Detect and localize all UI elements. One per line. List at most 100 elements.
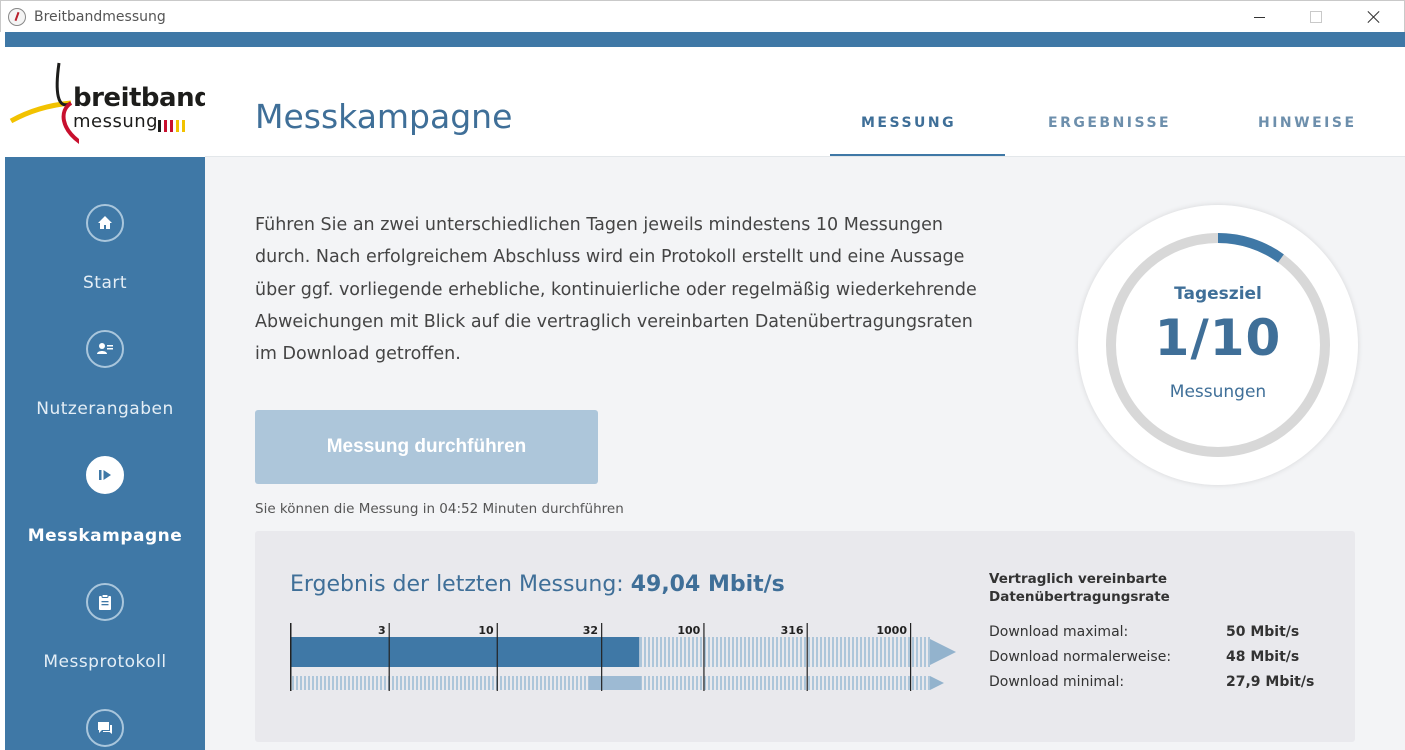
start-measurement-button[interactable]: Messung durchführen [255,410,598,484]
contract-row-label: Download maximal: [989,624,1129,640]
bar-bottom-stripe [464,676,466,690]
bar-bottom-stripe [436,676,438,690]
gauge-label-messungen: Messungen [1169,382,1267,402]
bar-bottom-stripe [924,676,926,690]
bar-top-stripe [796,637,798,667]
tab-messung[interactable]: MESSUNG [861,115,956,131]
tab-hinweise[interactable]: HINWEISE [1258,115,1357,131]
logo-bars [158,117,192,132]
bar-bottom-stripe [892,676,894,690]
bar-bottom-stripe [828,676,830,690]
contract-row-max: Download maximal: 50 Mbit/s [989,624,1319,640]
bar-bottom-stripe [332,676,334,690]
bar-bottom-stripe [808,676,810,690]
bar-bottom-stripe [512,676,514,690]
bar-top-stripe [792,637,794,667]
bar-bottom-stripe [700,676,702,690]
close-button[interactable] [1349,1,1399,33]
bar-top-stripe [892,637,894,667]
bar-top-stripe [820,637,822,667]
bar-bottom-stripe [340,676,342,690]
bar-bottom-stripe [916,676,918,690]
bar-top-stripe [880,637,882,667]
bar-top-stripe [672,637,674,667]
contract-row-label: Download normalerweise: [989,649,1172,665]
bar-bottom-stripe [392,676,394,690]
bar-top-stripe [896,637,898,667]
bar-bottom-stripe [372,676,374,690]
bar-bottom-stripe [768,676,770,690]
main-content: Führen Sie an zwei unterschiedlichen Tag… [205,157,1405,750]
bar-bottom-stripe [504,676,506,690]
bar-top-stripe [740,637,742,667]
bar-bottom-stripe [380,676,382,690]
bar-bottom-stripe [888,676,890,690]
bar-bottom-stripe [320,676,322,690]
last-result-title: Ergebnis der letzten Messung: 49,04 Mbit… [290,572,785,597]
bar-top-stripe [856,637,858,667]
sidebar-item-label: Messkampagne [27,526,183,546]
scale-tick [496,623,498,691]
bar-bottom-stripe [692,676,694,690]
bar-bottom-stripe [664,676,666,690]
bar-bottom-stripe [708,676,710,690]
bar-bottom-stripe [328,676,330,690]
bar-bottom-stripe [344,676,346,690]
contract-heading-line1: Vertraglich vereinbarte [989,571,1168,587]
minimize-button[interactable] [1234,1,1284,33]
bar-bottom-stripe [440,676,442,690]
bar-bottom-stripe [364,676,366,690]
bar-bottom-stripe [508,676,510,690]
bar-bottom-stripe [560,676,562,690]
home-icon [86,204,124,242]
bar-bottom-stripe [756,676,758,690]
logo-text-breitband: breitband [73,83,213,113]
bar-top-stripe [884,637,886,667]
bar-bottom-stripe [668,676,670,690]
bar-bottom-stripe [872,676,874,690]
bar-bottom-stripe [644,676,646,690]
bar-bottom-stripe [804,676,806,690]
bar-bottom-stripe [488,676,490,690]
bar-bottom-stripe [484,676,486,690]
bar-bottom-stripe [908,676,910,690]
tab-ergebnisse[interactable]: ERGEBNISSE [1048,115,1171,131]
bar-bottom-stripe [316,676,318,690]
maximize-button[interactable] [1291,1,1341,33]
bar-top-stripe [836,637,838,667]
bar-bottom-stripe [784,676,786,690]
bar-top-stripe [760,637,762,667]
scale-tick [910,623,912,691]
bar-bottom-stripe [760,676,762,690]
bar-top-stripe [664,637,666,667]
bar-top-stripe [708,637,710,667]
bar-top-stripe [684,637,686,667]
play-icon [86,456,124,494]
bar-bottom-stripe [876,676,878,690]
bar-top-stripe [744,637,746,667]
bar-bottom-stripe [800,676,802,690]
bar-bottom-stripe [584,676,586,690]
bar-top-stripe [660,637,662,667]
sidebar: breitband messung Start Nutzerangaben Me… [5,47,213,750]
last-result-panel: Ergebnis der letzten Messung: 49,04 Mbit… [255,531,1355,742]
bar-bottom-stripe [688,676,690,690]
bar-bottom-stripe [772,676,774,690]
bar-bottom-stripe [444,676,446,690]
bar-bottom-stripe [552,676,554,690]
bar-top-stripe [772,637,774,667]
bar-top-stripe [920,637,922,667]
bar-bottom-stripe [656,676,658,690]
bar-top-stripe [812,637,814,667]
bar-bottom-stripe [396,676,398,690]
bar-bottom-stripe [576,676,578,690]
bar-bottom-stripe [732,676,734,690]
bar-bottom-stripe [376,676,378,690]
bar-bottom-stripe [564,676,566,690]
bar-bottom-stripe [420,676,422,690]
bar-top-stripe [800,637,802,667]
last-result-label: Ergebnis der letzten Messung: [290,572,624,597]
bar-top-stripe [700,637,702,667]
bar-bottom-stripe [460,676,462,690]
speed-scale-bar: 3 10 32 100 316 1000 [290,623,956,691]
